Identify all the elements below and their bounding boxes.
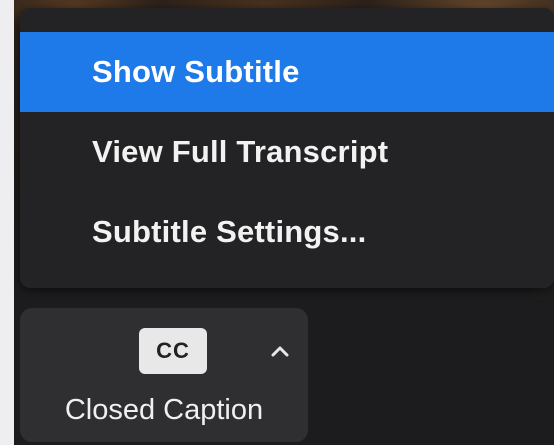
chevron-up-icon[interactable]: [268, 342, 292, 360]
subtitle-menu: Show Subtitle View Full Transcript Subti…: [20, 8, 554, 288]
closed-caption-button[interactable]: CC Closed Caption: [20, 308, 308, 442]
menu-item-show-subtitle[interactable]: Show Subtitle: [20, 32, 554, 112]
closed-caption-label: Closed Caption: [64, 394, 264, 426]
cc-icon: CC: [139, 328, 207, 374]
video-window: Show Subtitle View Full Transcript Subti…: [14, 0, 554, 445]
menu-item-view-full-transcript[interactable]: View Full Transcript: [20, 112, 554, 192]
menu-item-subtitle-settings[interactable]: Subtitle Settings...: [20, 192, 554, 272]
